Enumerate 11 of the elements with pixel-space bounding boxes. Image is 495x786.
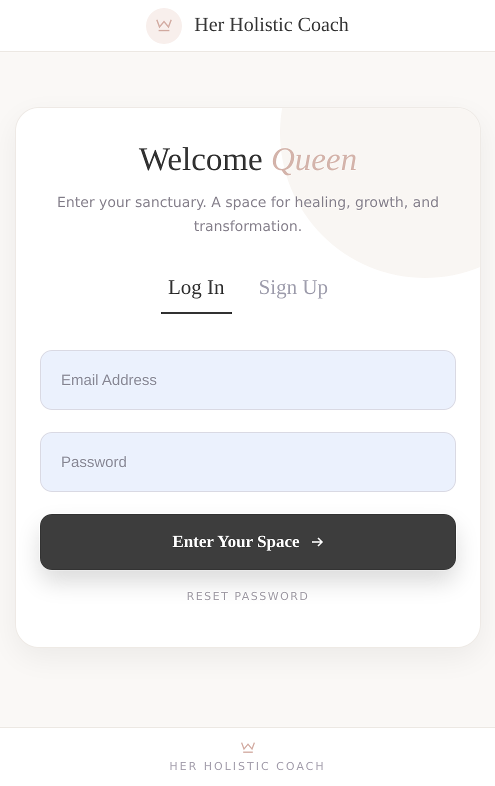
brand-name: Her Holistic Coach xyxy=(194,14,349,37)
footer-brand: HER HOLISTIC COACH xyxy=(169,760,326,773)
crown-icon xyxy=(240,741,256,754)
tab[interactable]: Log In xyxy=(160,267,232,314)
arrow-right-icon xyxy=(310,535,324,549)
welcome-title: Welcome Queen xyxy=(138,142,358,179)
input-field[interactable]: Password xyxy=(40,432,456,492)
submit-button[interactable]: Enter Your Space xyxy=(40,514,456,570)
subtitle: Enter your sanctuary. A space for healing, growth, and transformation. xyxy=(56,194,440,237)
crown-icon xyxy=(155,18,174,33)
input-field[interactable]: Email Address xyxy=(40,350,456,410)
